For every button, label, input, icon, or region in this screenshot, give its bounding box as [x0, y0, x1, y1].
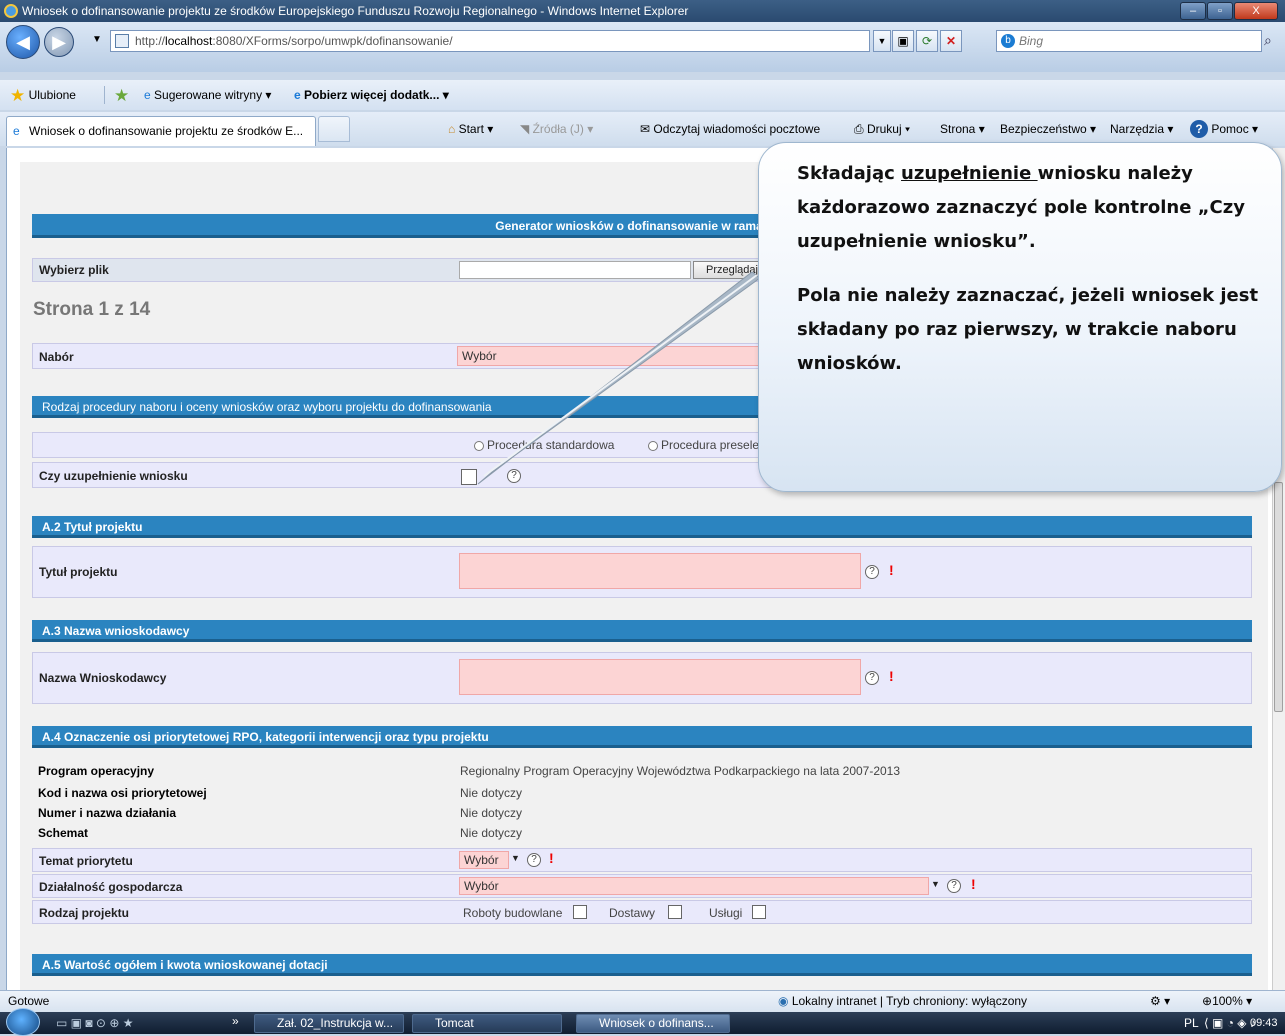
a4-header: A.4 Oznaczenie osi priorytetowej RPO, ka… — [32, 726, 1252, 748]
uslugi-checkbox[interactable] — [752, 905, 766, 919]
rodzaj-label: Rodzaj projektu — [39, 906, 130, 920]
nazwa-row: Nazwa Wnioskodawcy ? ! — [32, 652, 1252, 704]
program-value: Regionalny Program Operacyjny Województw… — [460, 764, 901, 778]
tytul-label: Tytuł projektu — [39, 565, 118, 579]
taskbar-item-tomcat[interactable]: Tomcat — [412, 1014, 562, 1033]
temat-select[interactable]: Wybór — [459, 851, 509, 869]
help-icon[interactable]: ? — [865, 671, 879, 685]
taskbar: ▭ ▣ ◙ ⊙ ⊕ ★ » Zał. 02_Instrukcja w... To… — [0, 1008, 1285, 1036]
taskbar-item-word[interactable]: Zał. 02_Instrukcja w... — [254, 1014, 404, 1033]
zoom-control[interactable]: ⊕100% ▾ — [1202, 991, 1252, 1011]
required-icon: ! — [549, 850, 554, 866]
a5-title: A.5 Wartość ogółem i kwota wnioskowanej … — [42, 958, 328, 972]
required-icon: ! — [889, 668, 894, 684]
start-button[interactable] — [6, 1008, 40, 1036]
a3-title: A.3 Nazwa wnioskodawcy — [42, 624, 190, 638]
a3-header: A.3 Nazwa wnioskodawcy — [32, 620, 1252, 642]
dzialalnosc-label: Działalność gospodarcza — [39, 880, 183, 894]
temat-dropdown-icon[interactable]: ▼ — [511, 853, 520, 863]
help-icon[interactable]: ? — [865, 565, 879, 579]
a2-header: A.2 Tytuł projektu — [32, 516, 1252, 538]
security-icon[interactable]: ⚙ ▾ — [1150, 991, 1170, 1011]
roboty-checkbox[interactable] — [573, 905, 587, 919]
dzialalnosc-select[interactable]: Wybór — [459, 877, 929, 895]
required-icon: ! — [971, 876, 976, 892]
taskbar-item-ie[interactable]: Wniosek o dofinans... — [576, 1014, 730, 1033]
required-icon: ! — [889, 562, 894, 578]
a2-title: A.2 Tytuł projektu — [42, 520, 143, 534]
zoom-value: 100% — [1212, 994, 1243, 1008]
callout-p1-underlined: uzupełnienie — [901, 163, 1038, 184]
tray-icons[interactable]: ⟨ ▣ ◔ ◈ ♪ — [1204, 1012, 1256, 1034]
program-label: Program operacyjny — [38, 764, 155, 778]
numer-dzialania-label: Numer i nazwa działania — [38, 806, 177, 820]
callout-paragraph-1: Składając uzupełnienie wniosku należy ka… — [797, 157, 1261, 259]
nazwa-input[interactable] — [459, 659, 861, 695]
numer-dzialania-value: Nie dotyczy — [460, 806, 523, 820]
schemat-label: Schemat — [38, 826, 89, 840]
nazwa-label: Nazwa Wnioskodawcy — [39, 671, 167, 685]
a4-title: A.4 Oznaczenie osi priorytetowej RPO, ka… — [42, 730, 489, 744]
help-icon[interactable]: ? — [527, 853, 541, 867]
instruction-callout: Składając uzupełnienie wniosku należy ka… — [758, 142, 1282, 492]
tytul-row: Tytuł projektu ? ! — [32, 546, 1252, 598]
temat-row: Temat priorytetu Wybór ▼ ? ! — [32, 848, 1252, 872]
kod-osi-value: Nie dotyczy — [460, 786, 523, 800]
dostawy-label: Dostawy — [609, 906, 656, 920]
rodzaj-row: Rodzaj projektu Roboty budowlane Dostawy… — [32, 900, 1252, 924]
roboty-label: Roboty budowlane — [463, 906, 563, 920]
status-bar: Gotowe ◉ Lokalny intranet | Tryb chronio… — [0, 990, 1285, 1012]
kod-osi-label: Kod i nazwa osi priorytetowej — [38, 786, 207, 800]
dostawy-checkbox[interactable] — [668, 905, 682, 919]
language-indicator[interactable]: PL — [1184, 1012, 1199, 1034]
help-icon[interactable]: ? — [947, 879, 961, 893]
more-icon[interactable]: » — [232, 1010, 239, 1032]
schemat-value: Nie dotyczy — [460, 826, 523, 840]
globe-icon: ◉ — [778, 994, 789, 1008]
uslugi-label: Usługi — [709, 906, 743, 920]
quick-launch-icons[interactable]: ▭ ▣ ◙ ⊙ ⊕ ★ — [56, 1012, 133, 1034]
callout-paragraph-2: Pola nie należy zaznaczać, jeżeli wniose… — [797, 285, 1259, 374]
callout-p1-before: Składając — [797, 163, 902, 184]
temat-label: Temat priorytetu — [39, 854, 133, 868]
dzialalnosc-row: Działalność gospodarcza Wybór ▼ ? ! — [32, 874, 1252, 898]
clock[interactable]: 09:43 — [1250, 1012, 1278, 1034]
status-zone[interactable]: ◉ Lokalny intranet | Tryb chroniony: wył… — [778, 991, 1027, 1011]
dzialalnosc-dropdown-icon[interactable]: ▼ — [931, 879, 940, 889]
tytul-input[interactable] — [459, 553, 861, 589]
status-zone-label: Lokalny intranet | Tryb chroniony: wyłąc… — [791, 994, 1028, 1008]
a5-header: A.5 Wartość ogółem i kwota wnioskowanej … — [32, 954, 1252, 976]
